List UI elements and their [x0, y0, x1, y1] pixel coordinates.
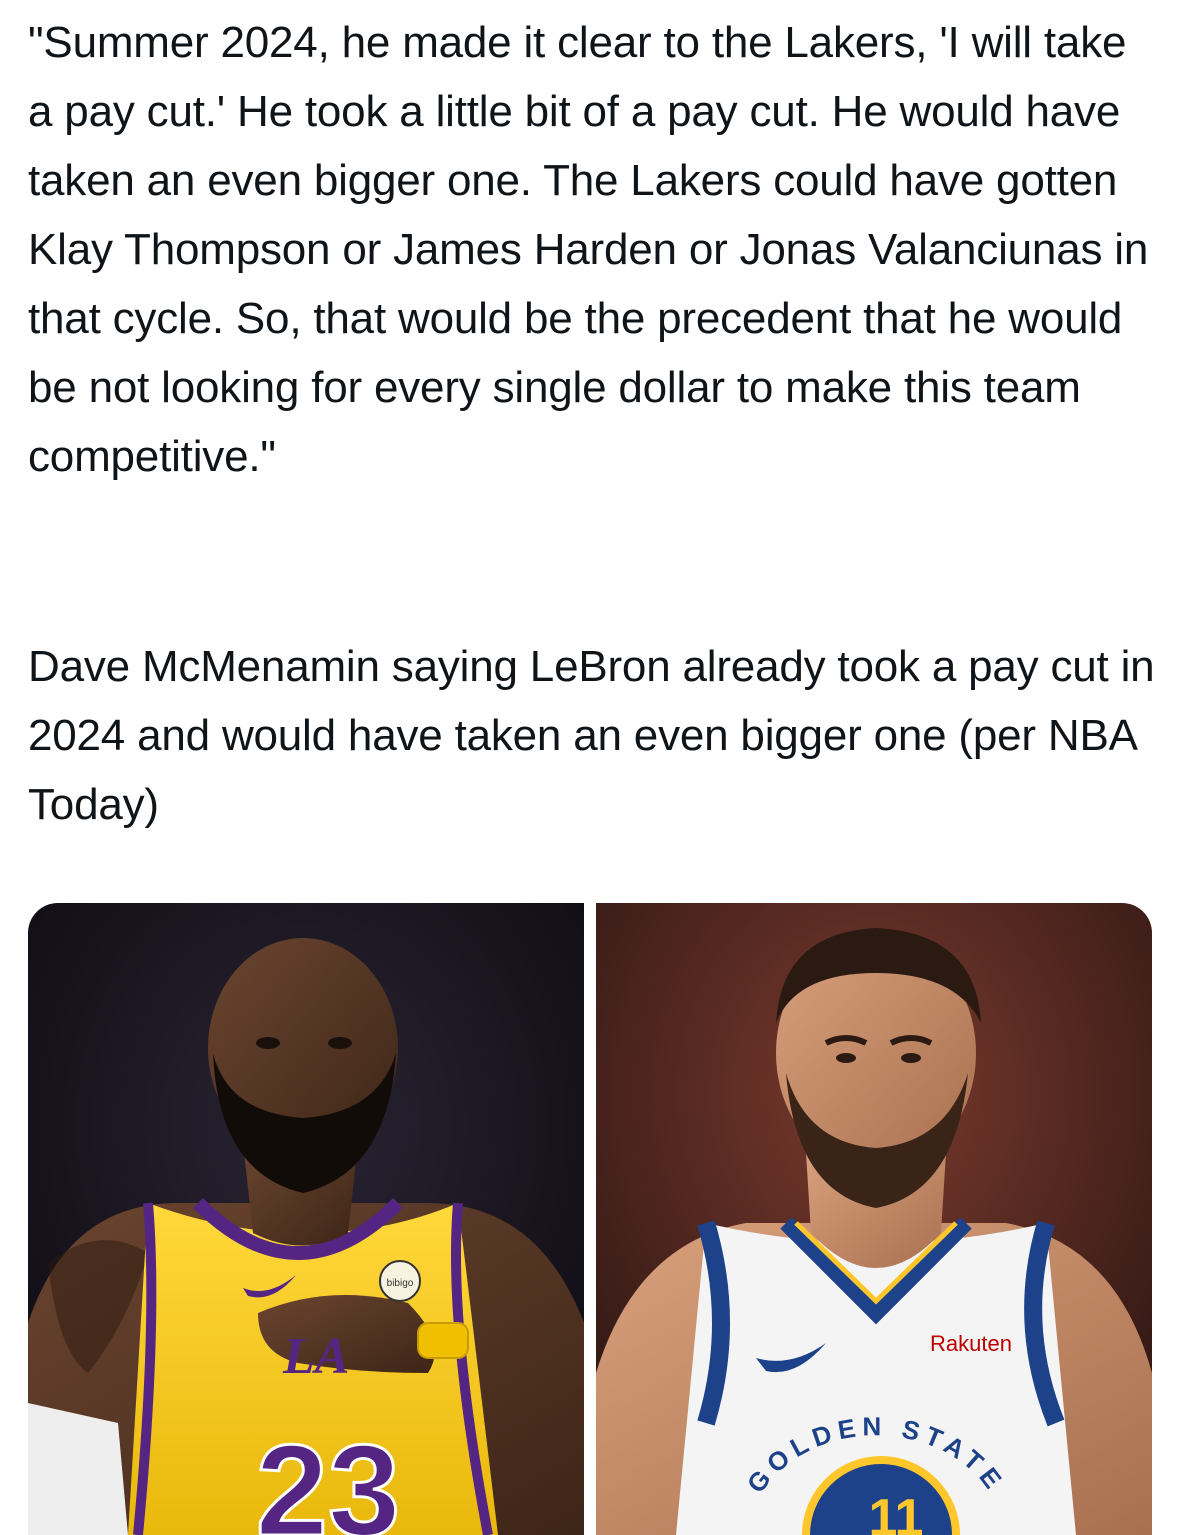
- tweet-caption-text: Dave McMenamin saying LeBron already too…: [28, 642, 1167, 829]
- jersey-number: 11: [869, 1489, 924, 1535]
- tweet-quote-text: "Summer 2024, he made it clear to the La…: [28, 18, 1161, 481]
- jersey-sponsor-text: bibigo: [387, 1278, 414, 1289]
- lakers-player-illustration: bibigo LA 23: [28, 903, 584, 1535]
- jersey-sponsor-text: Rakuten: [930, 1331, 1012, 1356]
- jersey-text: LA: [282, 1328, 349, 1385]
- tweet-media-grid: bibigo LA 23 Rakuten GOLDEN STATE 11: [28, 903, 1152, 1535]
- warriors-player-illustration: Rakuten GOLDEN STATE 11: [596, 903, 1152, 1535]
- media-photo-warriors-player[interactable]: Rakuten GOLDEN STATE 11: [596, 903, 1152, 1535]
- media-photo-lakers-player[interactable]: bibigo LA 23: [28, 903, 584, 1535]
- jersey-number: 23: [256, 1417, 401, 1535]
